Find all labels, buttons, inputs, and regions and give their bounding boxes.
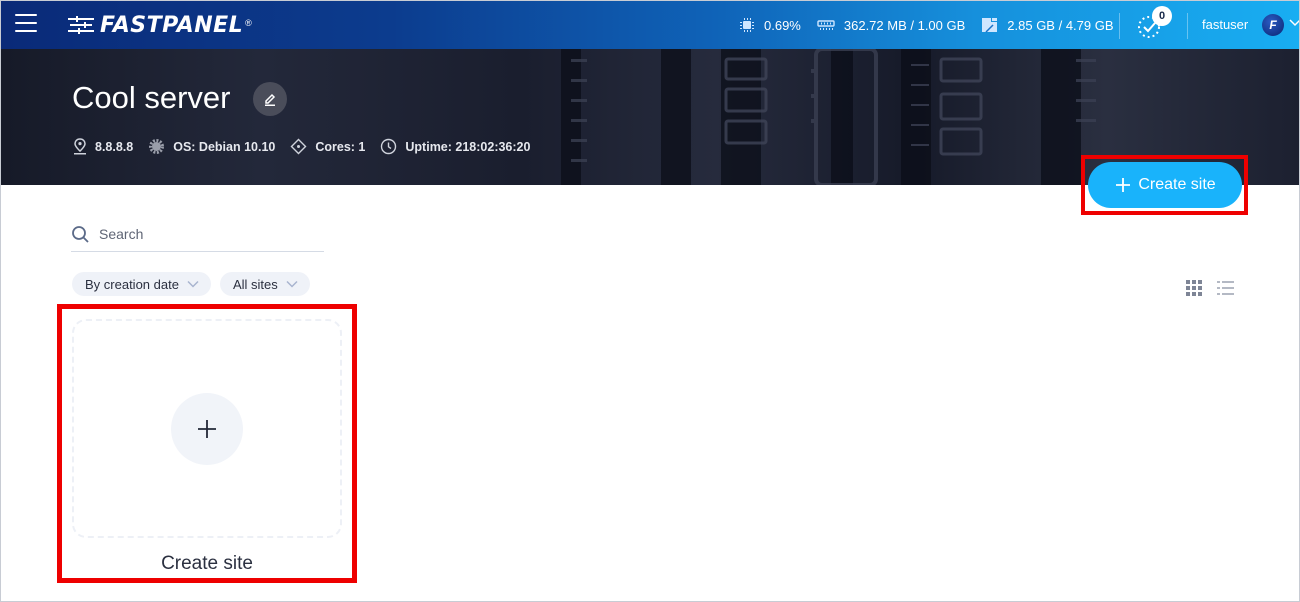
create-site-button[interactable]: Create site xyxy=(1088,162,1242,208)
sort-value: By creation date xyxy=(85,276,179,292)
search-input[interactable] xyxy=(99,226,309,242)
uptime-info: Uptime: 218:02:36:20 xyxy=(380,138,530,155)
create-site-label: Create site xyxy=(1138,176,1216,193)
scope-dropdown[interactable]: All sites xyxy=(219,272,310,296)
search-field[interactable] xyxy=(71,217,324,252)
divider xyxy=(1119,13,1120,39)
server-meta: 8.8.8.8 OS: Debian 10.10 Cores: 1 Uptime… xyxy=(73,138,545,155)
disk-value: 2.85 GB / 4.79 GB xyxy=(1007,17,1114,33)
disk-icon xyxy=(982,18,998,33)
grid-view-icon[interactable] xyxy=(1186,280,1202,296)
chevron-down-icon[interactable] xyxy=(1289,19,1300,27)
location-pin-icon xyxy=(74,138,86,155)
logo-text: FASTPANEL xyxy=(100,13,244,38)
cpu-icon xyxy=(740,18,754,32)
edit-server-name-button[interactable] xyxy=(253,82,287,116)
plus-icon xyxy=(1116,178,1131,192)
uptime-value: Uptime: 218:02:36:20 xyxy=(405,139,531,154)
menu-icon[interactable] xyxy=(15,14,37,34)
disk-stat: 2.85 GB / 4.79 GB xyxy=(981,17,1114,33)
list-view-icon[interactable] xyxy=(1217,280,1235,296)
clock-icon xyxy=(381,138,397,155)
pencil-icon xyxy=(265,93,276,106)
cores-info: Cores: 1 xyxy=(290,138,365,155)
add-site-button[interactable] xyxy=(171,393,243,465)
cpu-stat: 0.69% xyxy=(739,17,801,33)
logo-registered: ® xyxy=(245,17,252,28)
memory-icon xyxy=(817,20,835,30)
gear-icon xyxy=(149,139,165,154)
cores-value: Cores: 1 xyxy=(315,139,366,154)
cpu-value: 0.69% xyxy=(764,17,801,33)
top-bar: FASTPANEL ® 0.69% 362.72 MB / 1.00 GB 2.… xyxy=(1,1,1300,49)
memory-stat: 362.72 MB / 1.00 GB xyxy=(817,18,965,33)
divider xyxy=(1187,13,1188,39)
logo[interactable]: FASTPANEL ® xyxy=(68,13,252,38)
ip-info: 8.8.8.8 xyxy=(73,138,133,155)
logo-sliders-icon xyxy=(68,15,96,36)
ip-value: 8.8.8.8 xyxy=(95,139,134,154)
create-site-card-label[interactable]: Create site xyxy=(72,553,342,575)
app-frame: FASTPANEL ® 0.69% 362.72 MB / 1.00 GB 2.… xyxy=(0,0,1300,602)
diamond-icon xyxy=(290,138,307,155)
chevron-down-icon xyxy=(187,280,199,288)
sort-dropdown[interactable]: By creation date xyxy=(72,272,211,296)
server-title: Cool server xyxy=(72,80,231,115)
os-info: OS: Debian 10.10 xyxy=(148,138,275,155)
username[interactable]: fastuser xyxy=(1202,17,1248,32)
resource-stats: 0.69% 362.72 MB / 1.00 GB 2.85 GB / 4.79… xyxy=(739,1,1130,49)
tasks-badge: 0 xyxy=(1152,6,1172,26)
memory-value: 362.72 MB / 1.00 GB xyxy=(843,17,966,33)
avatar[interactable]: F xyxy=(1262,14,1284,36)
scope-value: All sites xyxy=(232,276,278,292)
chevron-down-icon xyxy=(286,280,298,288)
search-icon xyxy=(72,225,89,243)
filters: By creation date All sites xyxy=(72,272,319,296)
plus-icon xyxy=(198,420,216,438)
os-value: OS: Debian 10.10 xyxy=(173,139,276,154)
